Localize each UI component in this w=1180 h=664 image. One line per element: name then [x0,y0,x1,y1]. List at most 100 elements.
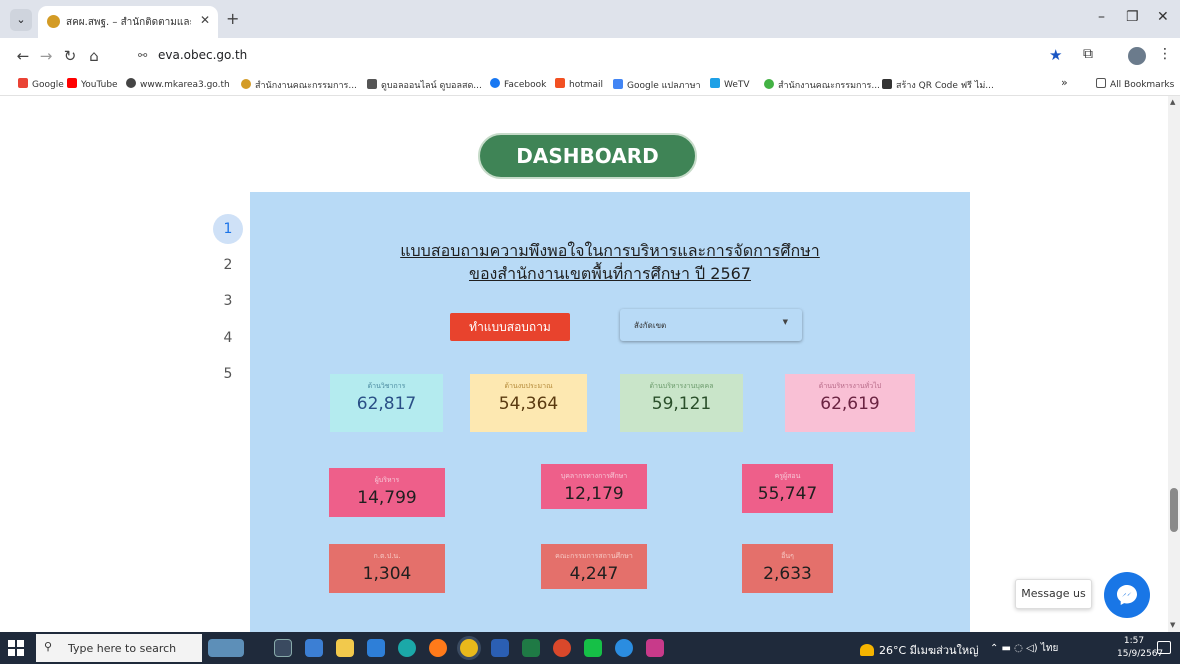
bookmark-label: สำนักงานคณะกรรมการ... [778,81,880,91]
bookmark-label: ดูบอลออนไลน์ ดูบอลสด... [381,81,482,91]
page-number-5[interactable]: 5 [213,359,243,389]
dashboard-button[interactable]: DASHBOARD [478,133,697,179]
take-survey-button[interactable]: ทำแบบสอบถาม [450,313,570,341]
restore-window-icon[interactable]: ❐ [1126,9,1139,25]
browser-menu-icon[interactable]: ⋮ [1158,46,1172,62]
word-icon[interactable] [491,639,509,657]
folder-icon [1096,78,1106,88]
bookmark-label: All Bookmarks [1110,80,1175,90]
bookmark-label: สำนักงานคณะกรรมการ... [255,81,357,91]
bookmark-wetv[interactable]: WeTV [710,78,750,90]
minimize-icon[interactable]: – [1098,9,1105,25]
stat-card-executives: ผู้บริหาร 14,799 [329,468,445,517]
bookmark-obec-1[interactable]: สำนักงานคณะกรรมการ... [241,78,357,92]
page-number-2[interactable]: 2 [213,250,243,280]
address-bar[interactable] [128,42,1083,70]
edge-icon[interactable] [398,639,416,657]
bookmark-mkarea3[interactable]: www.mkarea3.go.th [126,78,230,90]
more-bookmarks-icon[interactable]: » [1061,76,1068,89]
microsoft-icon [555,78,565,88]
scrollbar-thumb[interactable] [1170,488,1178,532]
scroll-down-icon[interactable]: ▼ [1170,621,1175,629]
extensions-icon[interactable]: ⧉ [1083,46,1093,62]
file-explorer-icon[interactable] [336,639,354,657]
card-label: คณะกรรมการสถานศึกษา [555,552,633,560]
taskbar-clock[interactable]: 1:57 15/9/2567 [1117,635,1163,661]
card-label: ด้านบริหารงานบุคคล [649,382,714,390]
card-label: ครูผู้สอน [774,472,801,480]
excel-icon[interactable] [522,639,540,657]
mail-icon[interactable] [367,639,385,657]
message-us-label[interactable]: Message us [1015,579,1092,609]
district-select[interactable]: สังกัดเขต ▼ [620,309,802,341]
chat-bubble-icon [1117,585,1137,605]
card-label: ด้านวิชาการ [367,382,406,390]
profile-avatar-icon[interactable] [1128,47,1146,65]
bookmark-google-translate[interactable]: Google แปลภาษา [613,78,701,92]
messenger-chat-button[interactable] [1104,572,1150,618]
card-value: 62,817 [356,394,417,414]
browser-tab-active[interactable]: สคผ.สพฐ. – สำนักติดตามและประเมิน ✕ [38,6,218,38]
card-label: ด้านงบประมาณ [504,382,553,390]
bookmark-star-icon[interactable]: ★ [1049,46,1062,64]
language-indicator[interactable]: ไทย [1041,643,1058,654]
all-bookmarks[interactable]: All Bookmarks [1096,78,1174,90]
stat-card-school-board: คณะกรรมการสถานศึกษา 4,247 [541,544,647,589]
close-tab-icon[interactable]: ✕ [200,13,210,27]
bookmark-label: WeTV [724,80,750,90]
bookmark-obec-2[interactable]: สำนักงานคณะกรรมการ... [764,78,880,92]
vertical-scrollbar[interactable]: ▲ ▼ [1168,96,1180,632]
obec-icon [764,79,774,89]
bookmark-football[interactable]: ดูบอลออนไลน์ ดูบอลสด... [367,78,482,92]
bookmark-qr-code[interactable]: สร้าง QR Code ฟรี ไม่... [882,78,994,92]
bookmark-label: YouTube [81,80,118,90]
firefox-icon[interactable] [429,639,447,657]
reload-icon[interactable]: ↻ [61,47,79,65]
back-icon[interactable]: ← [14,47,32,65]
url-text[interactable]: eva.obec.go.th [158,48,247,62]
card-value: 14,799 [357,488,417,508]
site-info-icon[interactable]: ⚯ [138,49,147,62]
dashboard-panel: แบบสอบถามความพึงพอใจในการบริหารและการจัด… [250,192,970,632]
clock-time: 1:57 [1123,636,1145,646]
page-number-4[interactable]: 4 [213,323,243,353]
page-number-1[interactable]: 1 [213,214,243,244]
canva-icon[interactable] [615,639,633,657]
system-tray[interactable]: ⌃ ▬ ◌ ◁) ไทย [990,641,1058,656]
search-placeholder: Type here to search [68,642,177,655]
powerpoint-icon[interactable] [553,639,571,657]
bookmark-youtube[interactable]: YouTube [67,78,118,90]
facebook-icon [490,78,500,88]
line-icon[interactable] [584,639,602,657]
app-grid-icon[interactable] [646,639,664,657]
calculator-icon[interactable] [305,639,323,657]
close-window-icon[interactable]: ✕ [1157,9,1169,25]
scroll-up-icon[interactable]: ▲ [1170,98,1175,106]
bookmark-label: สร้าง QR Code ฟรี ไม่... [896,81,994,91]
notification-center-icon[interactable] [1157,641,1171,654]
stat-card-teachers: ครูผู้สอน 55,747 [742,464,833,513]
stat-card-ktpn: ก.ต.ป.น. 1,304 [329,544,445,593]
bookmark-hotmail[interactable]: hotmail [555,78,603,90]
globe-icon [126,78,136,88]
task-view-icon[interactable] [274,639,292,657]
stat-card-academic: ด้านวิชาการ 62,817 [330,374,443,432]
tab-search-button[interactable]: ⌄ [10,9,32,31]
youtube-icon [67,78,77,88]
new-tab-button[interactable]: + [226,9,239,28]
forward-icon[interactable]: → [37,47,55,65]
bookmark-google[interactable]: Google [18,78,64,90]
site-favicon-icon [47,15,60,28]
windows-start-icon[interactable] [8,640,24,656]
chrome-icon[interactable] [460,639,478,657]
survey-subtitle: ของสำนักงานเขตพื้นที่การศึกษา ปี 2567 [469,264,751,283]
card-label: ด้านบริหารงานทั่วไป [818,382,882,390]
tab-title: สคผ.สพฐ. – สำนักติดตามและประเมิน [66,17,191,28]
page-number-3[interactable]: 3 [213,286,243,316]
weather-widget[interactable]: 26°C มีเมฆส่วนใหญ่ [860,641,979,659]
windows-taskbar: ⚲ Type here to search 26°C มีเมฆส่วนใหญ่… [0,632,1180,664]
home-icon[interactable]: ⌂ [85,47,103,65]
news-widget-icon[interactable] [208,639,244,657]
taskbar-search-box[interactable]: ⚲ Type here to search [36,634,202,662]
bookmark-facebook[interactable]: Facebook [490,78,546,90]
